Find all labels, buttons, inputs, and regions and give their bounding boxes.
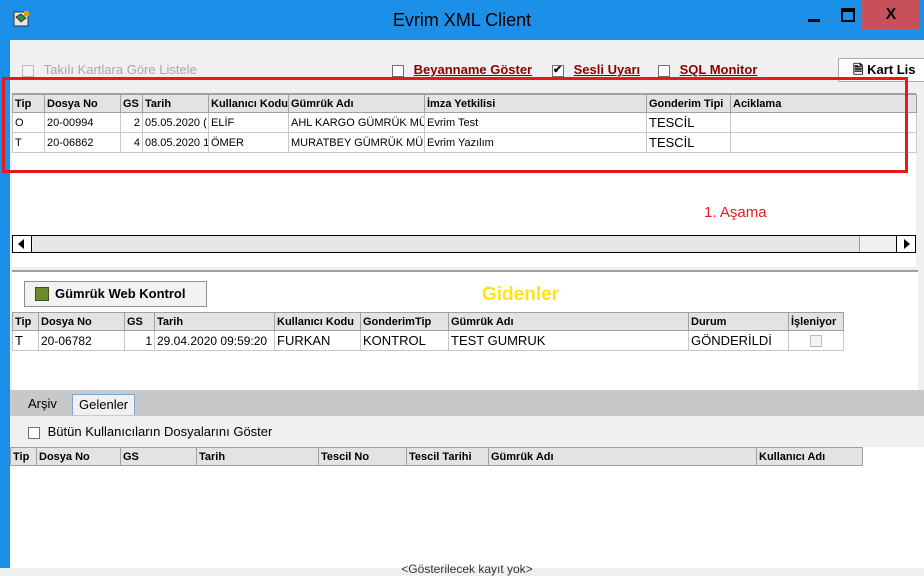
col-tarih[interactable]: Tarih	[154, 312, 275, 331]
tab-arsiv[interactable]: Arşiv	[22, 394, 63, 414]
sesli-option[interactable]: Sesli Uyarı	[552, 62, 640, 77]
col-tip[interactable]: Tip	[12, 312, 39, 331]
all-users-label: Bütün Kullanıcıların Dosyalarını Göster	[47, 424, 273, 439]
main-client-area: Takılı Kartlara Göre Listele Beyanname G…	[2, 40, 924, 576]
sesli-label: Sesli Uyarı	[573, 62, 641, 77]
col-tarih[interactable]: Tarih	[196, 447, 319, 466]
close-button[interactable]: X	[862, 0, 920, 30]
col-kullanici-adi[interactable]: Kullanıcı Adı	[756, 447, 863, 466]
kart-list-label: Kart Lis	[867, 62, 916, 77]
document-icon: 🗎	[853, 62, 864, 77]
col-tescil-tarihi[interactable]: Tescil Tarihi	[406, 447, 489, 466]
tab-strip: Arşiv Gelenler	[10, 390, 924, 416]
web-control-icon	[35, 287, 49, 301]
cell-tip: T	[12, 330, 39, 351]
sql-option[interactable]: SQL Monitor	[658, 62, 757, 77]
stage-annotation: 1. Aşama	[704, 204, 767, 221]
arrow-right-icon	[904, 239, 910, 249]
col-dosya-no[interactable]: Dosya No	[36, 447, 121, 466]
takili-label: Takılı Kartlara Göre Listele	[43, 62, 197, 77]
horizontal-scrollbar[interactable]	[12, 235, 916, 253]
beyanname-label: Beyanname Göster	[413, 62, 533, 77]
cell-kullanici-kodu: FURKAN	[274, 330, 361, 351]
gidenler-title: Gidenler	[482, 284, 560, 305]
empty-message: <Gösterilecek kayıt yok>	[401, 562, 533, 576]
scroll-right-button[interactable]	[896, 236, 915, 252]
table-row[interactable]: T 20-06782 1 29.04.2020 09:59:20 FURKAN …	[12, 330, 844, 351]
scroll-thumb[interactable]	[33, 236, 860, 252]
gumruk-web-kontrol-label: Gümrük Web Kontrol	[55, 286, 186, 301]
gidenler-grid: Tip Dosya No GS Tarih Kullanıcı Kodu Gon…	[12, 312, 844, 351]
beyanname-checkbox[interactable]	[392, 64, 404, 77]
minimize-icon	[808, 19, 820, 22]
col-gonderim-tip[interactable]: GonderimTip	[360, 312, 449, 331]
window-title: Evrim XML Client	[392, 10, 532, 30]
title-bar[interactable]: Evrim XML Client X	[0, 0, 924, 40]
gidenler-panel: Gümrük Web Kontrol Gidenler Tip Dosya No…	[12, 270, 918, 390]
col-kullanici-kodu[interactable]: Kullanıcı Kodu	[274, 312, 361, 331]
arrow-left-icon	[18, 239, 24, 249]
cell-isleniyor[interactable]	[788, 330, 844, 351]
col-tescil-no[interactable]: Tescil No	[318, 447, 407, 466]
highlight-box	[2, 77, 908, 173]
scroll-left-button[interactable]	[13, 236, 32, 252]
cell-dosya-no: 20-06782	[38, 330, 125, 351]
isleniyor-checkbox[interactable]	[810, 334, 822, 347]
col-gumruk-adi[interactable]: Gümrük Adı	[488, 447, 757, 466]
takili-option: Takılı Kartlara Göre Listele	[22, 62, 197, 77]
sql-label: SQL Monitor	[679, 62, 758, 77]
col-isleniyor[interactable]: İşleniyor	[788, 312, 844, 331]
cell-durum: GÖNDERİLDİ	[688, 330, 789, 351]
gelenler-grid-header: Tip Dosya No GS Tarih Tescil No Tescil T…	[10, 447, 863, 466]
gelenler-grid: Tip Dosya No GS Tarih Tescil No Tescil T…	[10, 447, 863, 466]
tab-gelenler[interactable]: Gelenler	[72, 394, 136, 415]
sql-checkbox[interactable]	[658, 64, 670, 77]
minimize-button[interactable]	[796, 0, 832, 30]
gumruk-web-kontrol-button[interactable]: Gümrük Web Kontrol	[24, 281, 207, 307]
gelenler-grid-area: Tip Dosya No GS Tarih Tescil No Tescil T…	[10, 447, 924, 576]
col-gumruk-adi[interactable]: Gümrük Adı	[448, 312, 689, 331]
col-gs[interactable]: GS	[124, 312, 155, 331]
cell-tarih: 29.04.2020 09:59:20	[154, 330, 275, 351]
col-gs[interactable]: GS	[120, 447, 197, 466]
maximize-button[interactable]	[830, 0, 866, 30]
cell-gumruk-adi: TEST GUMRUK	[448, 330, 689, 351]
sesli-checkbox[interactable]	[552, 63, 564, 77]
gidenler-grid-header: Tip Dosya No GS Tarih Kullanıcı Kodu Gon…	[12, 312, 844, 331]
gelenler-panel: Bütün Kullanıcıların Dosyalarını Göster …	[10, 416, 924, 576]
all-users-checkbox[interactable]	[28, 426, 40, 439]
all-users-option[interactable]: Bütün Kullanıcıların Dosyalarını Göster	[28, 424, 272, 439]
takili-checkbox	[22, 64, 34, 77]
cell-gs: 1	[124, 330, 155, 351]
cell-gonderim-tip: KONTROL	[360, 330, 449, 351]
col-dosya-no[interactable]: Dosya No	[38, 312, 125, 331]
col-tip[interactable]: Tip	[10, 447, 37, 466]
col-durum[interactable]: Durum	[688, 312, 789, 331]
maximize-icon	[841, 8, 855, 22]
window-frame: Evrim XML Client X Takılı Kartlara Göre …	[0, 0, 924, 576]
beyanname-option[interactable]: Beyanname Göster	[392, 62, 532, 77]
